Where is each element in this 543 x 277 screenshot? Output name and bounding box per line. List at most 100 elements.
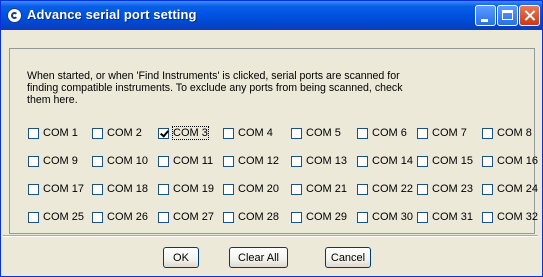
checkbox-checked-icon[interactable] — [158, 127, 169, 139]
checkbox-icon[interactable] — [417, 211, 428, 223]
com-port-checkbox[interactable]: COM 9 — [28, 154, 78, 168]
com-port-checkbox[interactable]: COM 7 — [417, 126, 467, 140]
checkbox-icon[interactable] — [223, 211, 234, 223]
checkbox-icon[interactable] — [357, 183, 368, 195]
maximize-button[interactable] — [497, 5, 518, 26]
com-port-checkbox[interactable]: COM 27 — [158, 210, 214, 224]
com-port-label: COM 2 — [107, 127, 142, 139]
com-port-checkbox[interactable]: COM 31 — [417, 210, 473, 224]
com-port-checkbox[interactable]: COM 30 — [357, 210, 413, 224]
com-port-checkbox[interactable]: COM 28 — [223, 210, 279, 224]
checkbox-icon[interactable] — [291, 211, 302, 223]
ok-button[interactable]: OK — [163, 247, 199, 268]
com-port-label: COM 19 — [173, 183, 214, 195]
checkbox-icon[interactable] — [482, 127, 493, 139]
com-port-checkbox[interactable]: COM 2 — [92, 126, 142, 140]
com-port-label: COM 26 — [107, 211, 148, 223]
checkbox-icon[interactable] — [291, 155, 302, 167]
checkbox-icon[interactable] — [28, 127, 39, 139]
com-port-label: COM 25 — [43, 211, 84, 223]
checkbox-icon[interactable] — [158, 183, 169, 195]
com-port-label: COM 8 — [497, 127, 532, 139]
checkbox-icon[interactable] — [291, 183, 302, 195]
com-port-checkbox[interactable]: COM 20 — [223, 182, 279, 196]
cancel-button[interactable]: Cancel — [325, 247, 371, 268]
com-port-label: COM 23 — [432, 183, 473, 195]
com-port-label: COM 24 — [497, 183, 538, 195]
checkbox-icon[interactable] — [357, 155, 368, 167]
checkbox-icon[interactable] — [28, 155, 39, 167]
checkbox-icon[interactable] — [92, 127, 103, 139]
com-port-checkbox[interactable]: COM 19 — [158, 182, 214, 196]
com-port-label: COM 6 — [372, 127, 407, 139]
description-text: When started, or when 'Find Instruments'… — [27, 70, 403, 106]
clear-all-button[interactable]: Clear All — [229, 247, 288, 268]
com-port-label: COM 27 — [173, 211, 214, 223]
com-port-checkbox[interactable]: COM 11 — [158, 154, 213, 168]
com-port-checkbox[interactable]: COM 4 — [223, 126, 273, 140]
button-separator — [3, 235, 538, 237]
checkbox-icon[interactable] — [223, 155, 234, 167]
com-port-checkbox[interactable]: COM 16 — [482, 154, 538, 168]
com-port-label: COM 16 — [497, 155, 538, 167]
com-port-checkbox[interactable]: COM 21 — [291, 182, 347, 196]
checkbox-icon[interactable] — [417, 155, 428, 167]
com-port-label: COM 18 — [107, 183, 148, 195]
com-port-checkbox[interactable]: COM 29 — [291, 210, 347, 224]
com-port-label: COM 12 — [238, 155, 279, 167]
checkbox-icon[interactable] — [28, 211, 39, 223]
checkbox-icon[interactable] — [482, 211, 493, 223]
checkbox-icon[interactable] — [158, 211, 169, 223]
checkbox-icon[interactable] — [482, 183, 493, 195]
window-title: Advance serial port setting — [27, 7, 197, 22]
com-port-checkbox[interactable]: COM 26 — [92, 210, 148, 224]
com-port-label: COM 9 — [43, 155, 78, 167]
checkbox-icon[interactable] — [92, 183, 103, 195]
com-port-checkbox[interactable]: COM 23 — [417, 182, 473, 196]
checkbox-icon[interactable] — [357, 211, 368, 223]
com-port-checkbox[interactable]: COM 10 — [92, 154, 148, 168]
com-port-checkbox[interactable]: COM 13 — [291, 154, 347, 168]
com-port-label: COM 1 — [43, 127, 78, 139]
com-port-label: COM 31 — [432, 211, 473, 223]
com-port-label: COM 13 — [306, 155, 347, 167]
checkbox-icon[interactable] — [291, 127, 302, 139]
com-port-label: COM 15 — [432, 155, 473, 167]
com-port-checkbox[interactable]: COM 8 — [482, 126, 532, 140]
com-port-checkbox[interactable]: COM 6 — [357, 126, 407, 140]
minimize-button[interactable] — [475, 5, 496, 26]
com-port-checkbox[interactable]: COM 32 — [482, 210, 538, 224]
com-port-checkbox[interactable]: COM 24 — [482, 182, 538, 196]
title-bar[interactable]: Advance serial port setting — [1, 1, 542, 30]
com-port-label: COM 11 — [173, 155, 214, 167]
com-port-label: COM 22 — [372, 183, 413, 195]
com-port-checkbox[interactable]: COM 17 — [28, 182, 84, 196]
checkbox-icon[interactable] — [92, 155, 103, 167]
com-port-label: COM 30 — [372, 211, 413, 223]
checkbox-icon[interactable] — [223, 183, 234, 195]
checkbox-icon[interactable] — [417, 183, 428, 195]
com-port-checkbox[interactable]: COM 22 — [357, 182, 413, 196]
checkbox-icon[interactable] — [417, 127, 428, 139]
close-button[interactable] — [519, 5, 540, 26]
checkbox-icon[interactable] — [92, 211, 103, 223]
com-port-checkbox[interactable]: COM 25 — [28, 210, 84, 224]
checkbox-icon[interactable] — [158, 155, 169, 167]
checkbox-icon[interactable] — [482, 155, 493, 167]
app-icon — [7, 8, 22, 23]
checkbox-icon[interactable] — [223, 127, 234, 139]
checkbox-icon[interactable] — [357, 127, 368, 139]
com-port-label: COM 20 — [238, 183, 279, 195]
com-port-checkbox[interactable]: COM 5 — [291, 126, 341, 140]
com-port-checkbox[interactable]: COM 14 — [357, 154, 413, 168]
com-port-checkbox[interactable]: COM 15 — [417, 154, 473, 168]
com-port-label: COM 21 — [306, 183, 347, 195]
com-port-label: COM 29 — [306, 211, 347, 223]
com-port-label: COM 28 — [238, 211, 279, 223]
checkbox-icon[interactable] — [28, 183, 39, 195]
com-port-checkbox[interactable]: COM 18 — [92, 182, 148, 196]
com-port-checkbox[interactable]: COM 12 — [223, 154, 279, 168]
com-port-checkbox[interactable]: COM 3 — [158, 126, 209, 140]
com-port-checkbox[interactable]: COM 1 — [28, 126, 78, 140]
com-port-label: COM 10 — [107, 155, 148, 167]
